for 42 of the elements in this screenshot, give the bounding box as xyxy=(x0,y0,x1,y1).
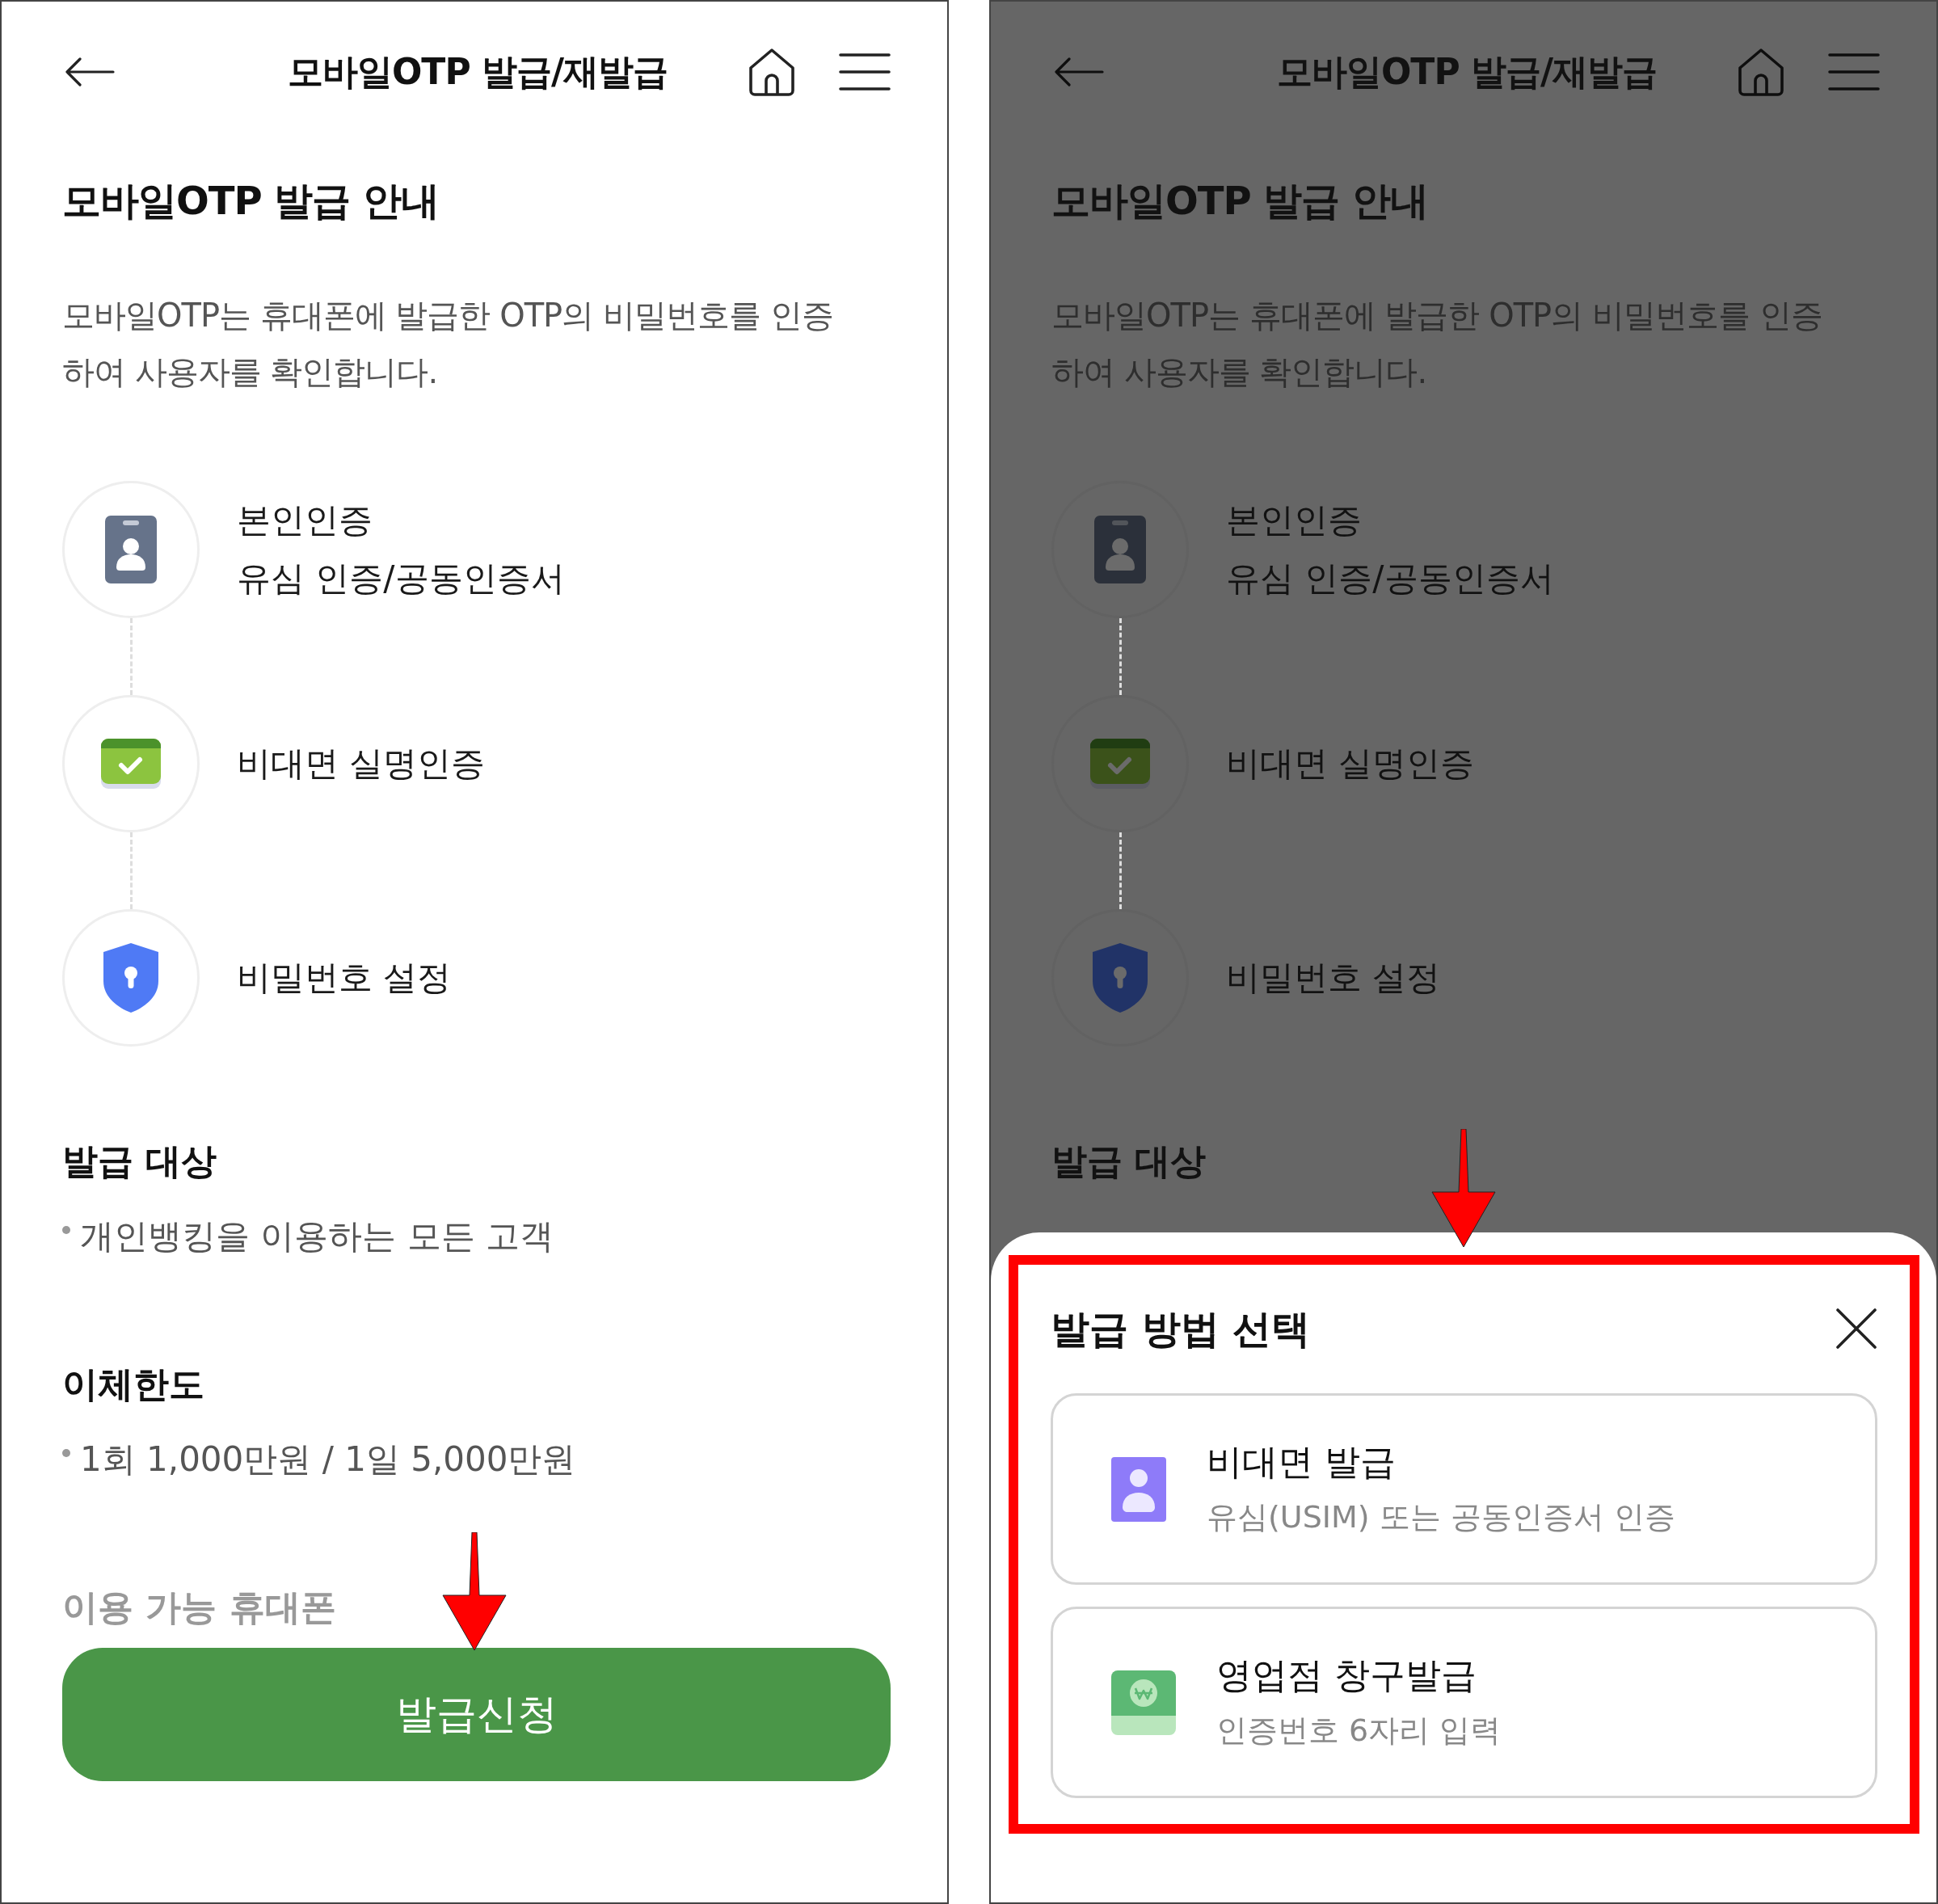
step-label: 비밀번호 설정 xyxy=(237,957,452,999)
sheet-title: 발급 방법 선택 xyxy=(1051,1305,1311,1353)
shield-icon xyxy=(1091,943,1149,1013)
step-label: 비대면 실명인증 xyxy=(1226,743,1475,785)
step-label: 본인인증 xyxy=(1226,499,1363,541)
section-heading: 모바일OTP 발급 안내 xyxy=(62,177,440,225)
bullet-icon xyxy=(62,1226,70,1234)
id-card-icon xyxy=(1094,516,1146,583)
back-arrow-icon[interactable] xyxy=(65,57,115,86)
check-card-icon xyxy=(1090,739,1150,789)
step-label: 유심 인증/공동인증서 xyxy=(237,558,565,600)
section-heading: 모바일OTP 발급 안내 xyxy=(1051,177,1430,225)
option-title: 영업점 창구발급 xyxy=(1216,1653,1477,1697)
person-icon xyxy=(1111,1456,1166,1522)
id-card-icon xyxy=(105,516,157,583)
apply-button[interactable]: 발급신청 xyxy=(62,1648,891,1781)
option-subtitle: 유심(USIM) 또는 공동인증서 인증 xyxy=(1207,1498,1675,1536)
option-card[interactable]: 비대면 발급 유심(USIM) 또는 공동인증서 인증 xyxy=(1051,1393,1877,1585)
bullet-icon xyxy=(62,1449,70,1457)
menu-icon[interactable] xyxy=(839,53,891,91)
step-label: 비밀번호 설정 xyxy=(1226,957,1441,999)
shield-icon xyxy=(102,943,160,1013)
home-icon[interactable] xyxy=(747,47,797,97)
section-title: 발급 대상 xyxy=(62,1139,218,1183)
step-label: 본인인증 xyxy=(237,499,373,541)
info-text: 1회 1,000만원 / 1일 5,000만원 xyxy=(80,1439,576,1481)
check-card-icon xyxy=(101,739,161,789)
option-title: 비대면 발급 xyxy=(1207,1439,1397,1484)
section-title: 이체한도 xyxy=(62,1363,205,1406)
description-text: 모바일OTP는 휴대폰에 발급한 OTP의 비밀번호를 인증하여 사용자를 확인합니다. xyxy=(62,296,834,392)
close-icon[interactable] xyxy=(1835,1308,1877,1350)
description-text: 모바일OTP는 휴대폰에 발급한 OTP의 비밀번호를 인증하여 사용자를 확인합니다. xyxy=(1051,296,1823,392)
page-title: 모바일OTP 발급/재발급 xyxy=(1276,50,1658,94)
section-title: 발급 대상 xyxy=(1051,1139,1207,1183)
step-label: 유심 인증/공동인증서 xyxy=(1226,558,1554,600)
cash-icon xyxy=(1111,1670,1176,1735)
option-card[interactable]: 영업점 창구발급 인증번호 6자리 입력 xyxy=(1051,1607,1877,1798)
section-title: 이용 가능 휴대폰 xyxy=(62,1586,337,1629)
page-title: 모바일OTP 발급/재발급 xyxy=(287,50,668,94)
option-subtitle: 인증번호 6자리 입력 xyxy=(1216,1711,1502,1750)
info-text: 개인뱅킹을 이용하는 모든 고객 xyxy=(80,1215,554,1257)
step-label: 비대면 실명인증 xyxy=(237,743,486,785)
